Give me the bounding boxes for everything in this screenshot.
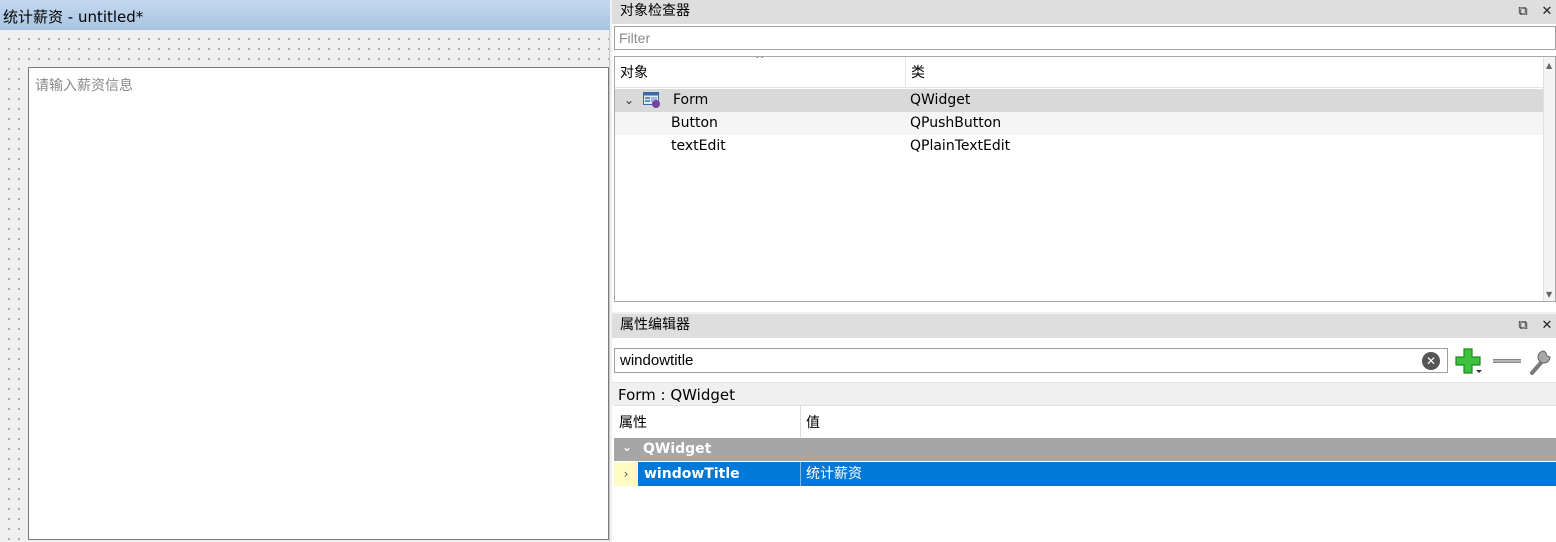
property-table-header: 属性 值 <box>614 405 1556 438</box>
widget-icon <box>643 92 660 108</box>
tree-row-button-class: QPushButton <box>910 115 1002 131</box>
object-inspector-title: 对象检查器 <box>620 3 690 19</box>
column-header-property[interactable]: 属性 <box>614 406 647 437</box>
float-icon[interactable]: ⧉ <box>1516 319 1530 333</box>
selected-object-class-label: Form : QWidget <box>612 382 1556 405</box>
collapse-chevron-icon[interactable]: ⌄ <box>622 436 632 459</box>
property-editor-title-bar: 属性编辑器 ⧉ ✕ <box>612 314 1556 338</box>
property-value[interactable]: 统计薪资 <box>806 462 862 486</box>
sort-indicator-icon: ^ <box>755 56 765 66</box>
close-icon[interactable]: ✕ <box>1540 5 1554 19</box>
tree-row-form[interactable]: ⌄ Form QWidget <box>615 89 1545 112</box>
tree-row-button-name: Button <box>671 115 718 131</box>
tree-row-form-class: QWidget <box>910 92 971 108</box>
expand-arrow-icon[interactable]: ⌄ <box>624 89 634 112</box>
object-tree-scrollbar[interactable]: ▲ ▼ <box>1543 57 1555 301</box>
object-filter-input[interactable] <box>614 26 1556 50</box>
tree-row-textedit[interactable]: textEdit QPlainTextEdit <box>615 135 1545 158</box>
form-design-canvas[interactable]: 统计薪资 - untitled* 请输入薪资信息 <box>0 0 610 542</box>
column-header-value[interactable]: 值 <box>801 406 820 437</box>
property-table[interactable]: 属性 值 ⌄ QWidget › windowTitle 统计薪资 <box>614 405 1556 542</box>
object-inspector-dock: 对象检查器 ⧉ ✕ 对象 ^ 类 ⌄ Form QWidget Bu <box>612 0 1556 312</box>
remove-icon[interactable] <box>1493 359 1521 363</box>
column-separator <box>800 462 801 486</box>
salary-text-edit[interactable]: 请输入薪资信息 <box>28 67 609 540</box>
property-row-window-title[interactable]: › windowTitle 统计薪资 <box>614 462 1556 486</box>
close-icon[interactable]: ✕ <box>1540 319 1554 333</box>
property-name: windowTitle <box>644 466 740 482</box>
object-tree-header: 对象 ^ 类 <box>615 57 1545 88</box>
column-header-class[interactable]: 类 <box>905 57 925 88</box>
tree-row-textedit-name: textEdit <box>671 138 726 154</box>
expand-arrow-icon[interactable]: › <box>614 462 638 486</box>
wrench-icon[interactable] <box>1528 345 1556 377</box>
form-window-title: 统计薪资 - untitled* <box>0 0 610 30</box>
float-icon[interactable]: ⧉ <box>1516 5 1530 19</box>
property-group-label: QWidget <box>643 441 712 457</box>
property-editor-dock: 属性编辑器 ⧉ ✕ ✕ Form : QWidget 属性 值 ⌄ QWidge… <box>612 314 1556 542</box>
property-group-row[interactable]: ⌄ QWidget <box>614 438 1556 461</box>
tree-row-form-name: Form <box>673 92 709 108</box>
property-filter-input[interactable] <box>614 348 1448 373</box>
add-icon[interactable] <box>1454 347 1484 375</box>
object-inspector-title-bar: 对象检查器 ⧉ ✕ <box>612 0 1556 24</box>
tree-row-button[interactable]: Button QPushButton <box>615 112 1545 135</box>
object-tree[interactable]: 对象 ^ 类 ⌄ Form QWidget Button QPushButton… <box>614 56 1556 302</box>
scroll-down-icon[interactable]: ▼ <box>1546 290 1552 299</box>
scroll-up-icon[interactable]: ▲ <box>1546 61 1552 70</box>
property-editor-title: 属性编辑器 <box>620 317 690 333</box>
tree-row-textedit-class: QPlainTextEdit <box>910 138 1011 154</box>
column-header-object[interactable]: 对象 <box>615 57 648 88</box>
text-edit-placeholder: 请输入薪资信息 <box>35 78 133 94</box>
clear-icon[interactable]: ✕ <box>1422 352 1440 370</box>
